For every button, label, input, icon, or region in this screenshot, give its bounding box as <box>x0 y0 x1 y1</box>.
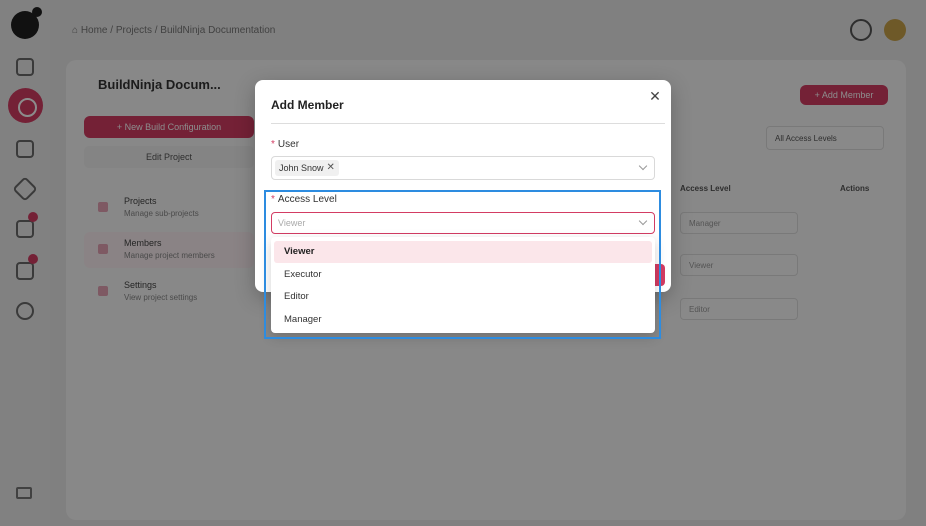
user-select[interactable]: John Snow ✕ <box>271 156 655 180</box>
user-field-label: * User <box>271 139 299 150</box>
divider <box>271 123 665 124</box>
remove-tag-icon[interactable]: ✕ <box>327 160 335 176</box>
chevron-down-icon <box>638 161 648 171</box>
required-mark: * <box>271 139 275 150</box>
highlight-box <box>264 190 661 339</box>
close-icon[interactable]: ✕ <box>647 88 663 104</box>
user-tag-label: John Snow <box>279 163 324 173</box>
user-tag: John Snow ✕ <box>275 160 339 176</box>
user-label-text: User <box>277 139 300 150</box>
modal-title: Add Member <box>271 98 344 112</box>
